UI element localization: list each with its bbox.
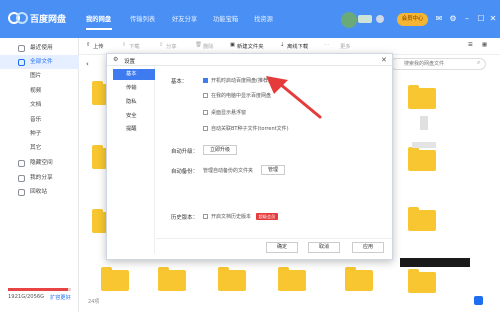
folder-item[interactable] (408, 147, 436, 171)
vip-status-icon[interactable] (376, 15, 384, 23)
username-obscured[interactable] (358, 15, 372, 23)
new-folder-button[interactable]: 新建文件夹 (237, 42, 264, 50)
settings-tab-security[interactable]: 安全 (113, 111, 155, 122)
super-vip-badge: 超级会员 (256, 213, 278, 220)
item-count: 24项 (88, 299, 100, 305)
basic-section-label: 基本： (171, 79, 188, 85)
manage-backup-button[interactable]: 管理 (261, 165, 285, 175)
sidebar-item-my-shares[interactable]: 我的分享 (0, 171, 79, 185)
close-icon[interactable]: ✕ (486, 12, 500, 26)
folder-item[interactable] (408, 269, 436, 293)
folder-item[interactable] (345, 267, 373, 291)
sidebar-item-torrents[interactable]: 种子 (0, 127, 79, 141)
dark-thumbnail (400, 258, 470, 267)
history-version-option: 开启文档历史版本 (211, 214, 252, 220)
folder-item[interactable] (408, 207, 436, 231)
app-title: 百度网盘 (30, 15, 67, 25)
auto-backup-label: 自动备份： (171, 169, 198, 175)
floating-window-label: 桌面显示悬浮窗 (211, 110, 247, 116)
folder-item[interactable] (158, 267, 186, 291)
active-tab-indicator (86, 28, 112, 30)
offline-download-button[interactable]: 离线下载 (287, 42, 308, 50)
folder-item[interactable] (218, 267, 246, 291)
transfer-status-icon[interactable] (474, 296, 483, 305)
obscured-filename (412, 142, 436, 148)
tab-friend-share[interactable]: 好友分享 (172, 14, 197, 23)
settings-gear-icon[interactable]: ⚙ (446, 12, 460, 26)
folder-icon (18, 59, 25, 66)
mail-icon[interactable]: ✉ (432, 12, 446, 26)
member-center-button[interactable]: 会员中心 (397, 13, 428, 26)
sidebar-item-videos[interactable]: 视频 (0, 84, 79, 98)
delete-button[interactable]: 删除 (203, 42, 214, 50)
sidebar-item-images[interactable]: 图片 (0, 69, 79, 83)
folder-item[interactable] (278, 267, 306, 291)
annotation-arrow-icon (266, 76, 322, 119)
startup-option-label: 开机时启动百度网盘(推荐) (211, 78, 270, 84)
sidebar-item-music[interactable]: 音乐 (0, 113, 79, 127)
show-in-computer-checkbox[interactable] (203, 93, 208, 98)
delete-icon[interactable]: 🗑 (195, 42, 202, 48)
tab-my-netdisk[interactable]: 我的网盘 (86, 14, 111, 23)
settings-nav (113, 66, 155, 254)
search-icon[interactable]: ⌕ (477, 59, 480, 67)
dialog-header (107, 54, 392, 66)
sidebar-item-hidden-space[interactable]: 隐藏空间 (0, 156, 79, 170)
sidebar-item-recent[interactable]: 最近使用 (0, 41, 79, 55)
offline-download-icon[interactable]: ⇣ (280, 42, 284, 48)
storage-usage-text: 1921G/2056G (8, 294, 45, 300)
new-folder-icon[interactable]: ▣ (230, 42, 235, 48)
grid-view-icon[interactable]: ▦ (482, 42, 487, 48)
ok-button[interactable]: 确定 (266, 242, 298, 253)
cancel-button[interactable]: 取消 (308, 242, 340, 253)
back-arrow-icon[interactable]: ‹ (86, 60, 89, 68)
share-toolbar-icon[interactable]: ⇪ (159, 42, 163, 48)
avatar[interactable] (341, 12, 357, 28)
floating-window-checkbox[interactable] (203, 110, 208, 115)
download-icon[interactable]: ⇩ (122, 42, 126, 48)
settings-tab-basic[interactable]: 基本 (113, 69, 155, 80)
bt-association-checkbox[interactable] (203, 126, 208, 131)
history-version-label: 历史版本： (171, 215, 198, 221)
settings-tab-privacy[interactable]: 隐私 (113, 97, 155, 108)
sidebar-item-all-files[interactable]: 全部文件 (0, 55, 79, 69)
tab-transfer-list[interactable]: 传输列表 (130, 14, 155, 23)
sort-icon[interactable]: ☰ (468, 42, 473, 48)
minimize-icon[interactable]: – (460, 12, 474, 26)
dialog-close-icon[interactable]: ✕ (381, 56, 387, 64)
startup-checkbox[interactable] (203, 78, 208, 83)
more-icon[interactable]: ⋯ (324, 42, 329, 48)
tab-find-resources[interactable]: 找资源 (254, 14, 273, 23)
upload-button[interactable]: 上传 (93, 42, 104, 50)
upgrade-now-button[interactable]: 立即升级 (203, 145, 237, 155)
backup-description: 管理自动备份的文件夹 (203, 168, 254, 174)
share-button[interactable]: 分享 (166, 42, 177, 50)
apply-button[interactable]: 应用 (352, 242, 384, 253)
history-version-checkbox[interactable] (203, 214, 208, 219)
sidebar-item-other[interactable]: 其它 (0, 141, 79, 155)
settings-tab-transfer[interactable]: 传输 (113, 83, 155, 94)
download-button[interactable]: 下载 (129, 42, 140, 50)
sidebar-item-documents[interactable]: 文档 (0, 98, 79, 112)
folder-item[interactable] (101, 267, 129, 291)
search-input[interactable] (404, 60, 474, 68)
settings-tab-reminder[interactable]: 提醒 (113, 124, 155, 135)
expand-storage-link[interactable]: 扩容更好 (50, 294, 71, 301)
show-in-computer-label: 在我的电脑中显示百度网盘 (211, 93, 272, 99)
more-button[interactable]: 更多 (340, 42, 351, 50)
folder-item[interactable] (408, 85, 436, 109)
bt-association-label: 自动关联BT种子文件(torrent文件) (211, 126, 289, 132)
auto-upgrade-label: 自动升级： (171, 149, 198, 155)
dialog-title: 设置 (124, 59, 136, 65)
sidebar-item-recycle-bin[interactable]: 回收站 (0, 185, 79, 199)
dialog-settings-icon: ⚙ (113, 56, 119, 63)
storage-bar-fill (8, 288, 68, 291)
baidu-netdisk-logo-icon (8, 12, 28, 24)
upload-icon[interactable]: ⇧ (86, 42, 90, 48)
tab-toolbox[interactable]: 功能宝箱 (213, 14, 238, 23)
obscured-thumbnail (420, 116, 428, 130)
